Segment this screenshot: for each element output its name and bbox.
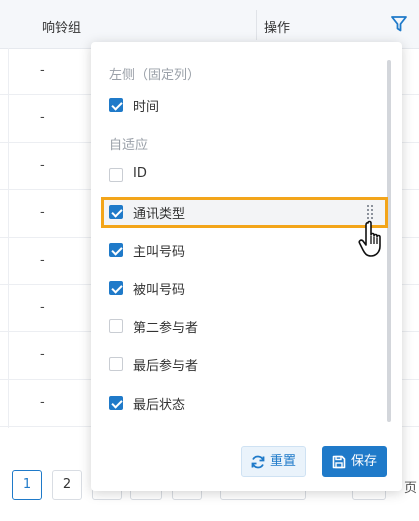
column-option-label: 被叫号码	[133, 283, 186, 298]
page-button-1[interactable]: 1	[12, 470, 42, 500]
column-option-label: 通讯类型	[133, 207, 186, 222]
refresh-icon	[251, 455, 265, 469]
ring-group-cell: -	[40, 394, 45, 410]
column-option-label: ID	[133, 166, 147, 181]
column-option-time[interactable]: 时间	[109, 95, 379, 117]
checkbox-unchecked[interactable]	[109, 168, 123, 182]
column-divider	[256, 10, 257, 40]
column-header-actions[interactable]: 操作	[264, 17, 290, 36]
checkbox-checked[interactable]	[109, 205, 123, 219]
column-option-label: 最后参与者	[133, 359, 199, 374]
checkbox-checked[interactable]	[109, 281, 123, 295]
column-option-last-status[interactable]: 最后状态	[109, 393, 379, 415]
group-label-fixed: 左侧（固定列）	[109, 68, 201, 83]
checkbox-unchecked[interactable]	[109, 357, 123, 371]
column-option-label: 第二参与者	[133, 321, 199, 336]
ring-group-cell: -	[40, 63, 45, 78]
column-option-id[interactable]: ID	[109, 165, 379, 187]
column-option-callee-number[interactable]: 被叫号码	[109, 278, 379, 300]
column-header-ring-group[interactable]: 响铃组	[42, 17, 81, 36]
ring-group-cell: -	[40, 252, 45, 268]
reset-button[interactable]: 重置	[241, 446, 306, 477]
filter-icon[interactable]	[389, 14, 409, 34]
column-option-communication-type[interactable]: 通讯类型	[109, 202, 379, 224]
checkbox-checked[interactable]	[109, 98, 123, 112]
group-label-adaptive: 自适应	[109, 138, 149, 153]
save-button-label: 保存	[351, 454, 378, 469]
page-button-2[interactable]: 2	[52, 470, 82, 500]
checkbox-unchecked[interactable]	[109, 319, 123, 333]
ring-group-cell: -	[40, 299, 45, 315]
ring-group-cell: -	[40, 110, 45, 126]
ring-group-cell: -	[40, 347, 45, 363]
column-option-label: 时间	[133, 100, 160, 115]
column-option-label: 主叫号码	[133, 245, 186, 260]
column-option-second-participant[interactable]: 第二参与者	[109, 316, 379, 338]
ring-group-cell: -	[40, 157, 45, 173]
reset-button-label: 重置	[270, 454, 297, 469]
ring-group-cell: -	[40, 205, 45, 221]
drag-handle-icon[interactable]	[367, 205, 375, 219]
column-option-label: 最后状态	[133, 398, 186, 413]
save-disk-icon	[332, 455, 346, 469]
column-option-last-participant[interactable]: 最后参与者	[109, 354, 379, 376]
checkbox-checked[interactable]	[109, 243, 123, 257]
page-suffix-label: 页	[404, 481, 418, 496]
hand-cursor-icon	[358, 220, 381, 257]
column-option-caller-number[interactable]: 主叫号码	[109, 240, 379, 262]
checkbox-checked[interactable]	[109, 396, 123, 410]
save-button[interactable]: 保存	[322, 446, 387, 477]
